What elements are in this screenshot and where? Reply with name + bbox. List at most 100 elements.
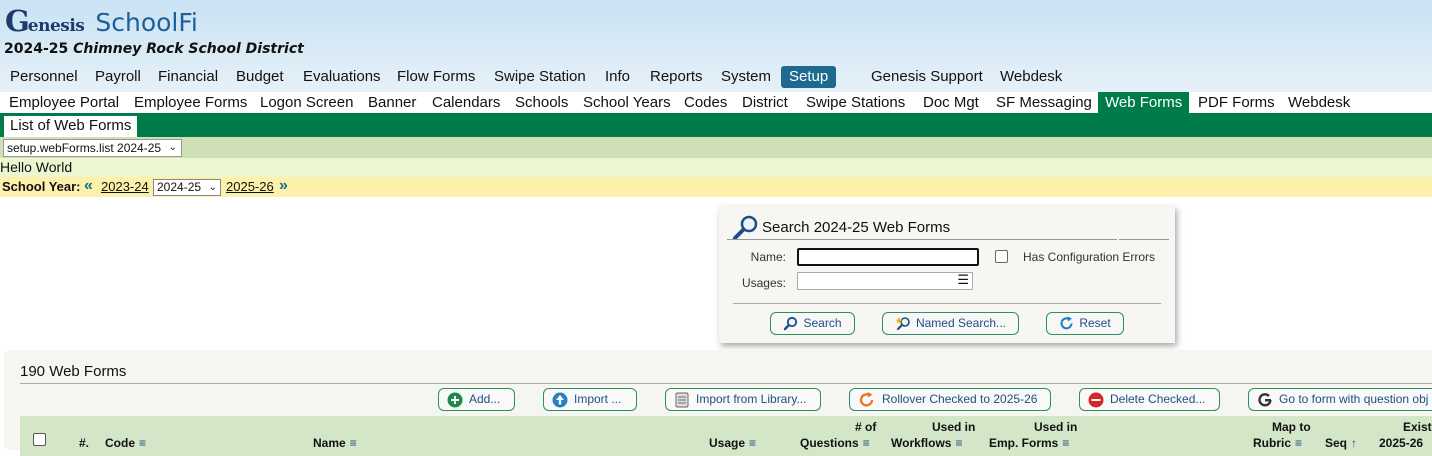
page-tab-bar <box>0 113 1432 137</box>
select-all-checkbox[interactable] <box>33 433 46 446</box>
col-exists[interactable]: 2025-26 <box>1379 436 1423 450</box>
col-exists-top: Exists <box>1403 420 1432 434</box>
menu-icon[interactable]: ≡ <box>139 436 146 450</box>
subnav-pdf-forms[interactable]: PDF Forms <box>1198 92 1275 113</box>
library-icon <box>675 392 689 407</box>
tab-list-of-web-forms[interactable]: List of Web Forms <box>4 116 138 137</box>
menu-icon[interactable]: ≡ <box>955 436 962 450</box>
app-header: Genesis SchoolFi 2024-25 Chimney Rock Sch… <box>0 0 1432 92</box>
page-select-dropdown[interactable]: setup.webForms.list 2024-25 ⌄ <box>3 139 182 157</box>
subnav-swipe-stations[interactable]: Swipe Stations <box>806 92 905 113</box>
col-number: #. <box>79 436 90 450</box>
nav-reports[interactable]: Reports <box>650 66 703 88</box>
col-workflows[interactable]: Workflows ≡ <box>891 436 962 450</box>
named-search-button[interactable]: Named Search... <box>882 312 1019 335</box>
subnav-sf-messaging[interactable]: SF Messaging <box>996 92 1092 113</box>
star-search-icon <box>895 317 910 331</box>
search-title: Search 2024-25 Web Forms <box>762 219 951 236</box>
upload-icon <box>552 392 568 407</box>
main-nav: Personnel Payroll Financial Budget Evalu… <box>0 66 1432 88</box>
list-title: 190 Web Forms <box>20 363 127 380</box>
subnav-employee-portal[interactable]: Employee Portal <box>9 92 119 113</box>
col-empforms-top: Used in <box>1034 420 1078 434</box>
prev-year-icon[interactable]: « <box>84 176 93 196</box>
search-button[interactable]: Search <box>770 312 855 335</box>
subnav-district[interactable]: District <box>742 92 788 113</box>
plus-icon <box>447 392 463 407</box>
name-label: Name: <box>750 250 786 264</box>
subnav-employee-forms[interactable]: Employee Forms <box>134 92 247 113</box>
google-g-icon <box>1258 392 1272 406</box>
subnav-schools[interactable]: Schools <box>515 92 568 113</box>
district-name: Chimney Rock School District <box>73 41 304 57</box>
col-seq[interactable]: Seq ↑ <box>1325 436 1357 450</box>
next-year-icon[interactable]: » <box>279 176 288 196</box>
subnav-school-years[interactable]: School Years <box>583 92 671 113</box>
nav-budget[interactable]: Budget <box>236 66 284 88</box>
col-emp-forms[interactable]: Emp. Forms ≡ <box>989 436 1069 450</box>
menu-icon[interactable]: ≡ <box>1062 436 1069 450</box>
divider <box>20 383 1432 384</box>
next-year-link[interactable]: 2025-26 <box>226 177 274 197</box>
usages-multiselect[interactable]: ☰ <box>797 272 973 290</box>
nav-flow-forms[interactable]: Flow Forms <box>397 66 475 88</box>
district-year: 2024-25 <box>4 41 69 57</box>
school-year-select[interactable]: 2024-25 ⌄ <box>153 179 221 196</box>
refresh-icon <box>1060 316 1073 330</box>
subnav-web-forms[interactable]: Web Forms <box>1098 92 1190 113</box>
district-title: 2024-25 Chimney Rock School District <box>4 41 304 57</box>
chevron-down-icon: ⌄ <box>168 142 177 153</box>
menu-icon[interactable]: ☰ <box>957 273 969 289</box>
config-errors-checkbox[interactable] <box>995 250 1008 263</box>
menu-icon[interactable]: ≡ <box>350 436 357 450</box>
subnav-codes[interactable]: Codes <box>684 92 727 113</box>
nav-evaluations[interactable]: Evaluations <box>303 66 381 88</box>
app-name: SchoolFi <box>95 8 198 37</box>
nav-financial[interactable]: Financial <box>158 66 218 88</box>
import-button[interactable]: Import ... <box>543 388 637 411</box>
rollover-icon <box>859 391 874 406</box>
logo-letter: G <box>5 4 30 38</box>
nav-webdesk[interactable]: Webdesk <box>1000 66 1062 88</box>
nav-personnel[interactable]: Personnel <box>10 66 78 88</box>
subnav-logon-screen[interactable]: Logon Screen <box>260 92 353 113</box>
add-button[interactable]: Add... <box>438 388 515 411</box>
usages-label: Usages: <box>741 276 786 290</box>
col-code[interactable]: Code ≡ <box>105 436 146 450</box>
menu-icon[interactable]: ≡ <box>863 436 870 450</box>
divider <box>733 303 1161 304</box>
school-year-label: School Year: <box>2 179 81 194</box>
reset-button[interactable]: Reset <box>1046 312 1124 335</box>
menu-icon[interactable]: ≡ <box>749 436 756 450</box>
nav-swipe-station[interactable]: Swipe Station <box>494 66 586 88</box>
goto-form-button[interactable]: Go to form with question obj <box>1248 388 1432 411</box>
col-workflows-top: Used in <box>932 420 976 434</box>
nav-info[interactable]: Info <box>605 66 630 88</box>
chevron-down-icon: ⌄ <box>208 182 217 193</box>
subnav-doc-mgt[interactable]: Doc Mgt <box>923 92 979 113</box>
nav-system[interactable]: System <box>721 66 771 88</box>
genesis-logo[interactable]: Genesis SchoolFi <box>5 4 198 38</box>
magnifier-icon <box>733 215 758 240</box>
nav-setup[interactable]: Setup <box>781 66 837 88</box>
col-questions[interactable]: Questions ≡ <box>800 436 870 450</box>
col-rubric[interactable]: Rubric ≡ <box>1253 436 1302 450</box>
sort-up-icon[interactable]: ↑ <box>1351 436 1357 450</box>
subnav-banner[interactable]: Banner <box>368 92 416 113</box>
col-name[interactable]: Name ≡ <box>313 436 357 450</box>
col-usage[interactable]: Usage ≡ <box>709 436 756 450</box>
magnifier-icon <box>784 316 798 331</box>
divider <box>727 239 1117 240</box>
delete-checked-button[interactable]: Delete Checked... <box>1079 388 1220 411</box>
subnav-calendars[interactable]: Calendars <box>432 92 500 113</box>
prev-year-link[interactable]: 2023-24 <box>101 177 149 197</box>
rollover-checked-button[interactable]: Rollover Checked to 2025-26 <box>849 388 1051 411</box>
logo-word: enesis <box>27 16 85 36</box>
import-from-library-button[interactable]: Import from Library... <box>665 388 821 411</box>
menu-icon[interactable]: ≡ <box>1295 436 1302 450</box>
subnav-webdesk[interactable]: Webdesk <box>1288 92 1350 113</box>
nav-payroll[interactable]: Payroll <box>95 66 141 88</box>
nav-genesis-support[interactable]: Genesis Support <box>871 66 983 88</box>
name-input[interactable] <box>797 248 979 266</box>
config-errors-label: Has Configuration Errors <box>1023 250 1156 264</box>
